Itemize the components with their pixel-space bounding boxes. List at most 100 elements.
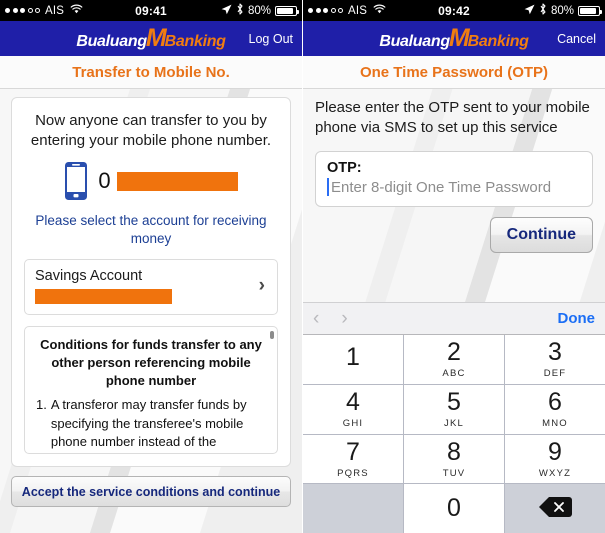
status-bar: AIS 09:42 80% <box>303 0 605 21</box>
keypad-key-9[interactable]: 9 WXYZ <box>505 434 605 484</box>
bualuang-mbanking-logo: Bualuang M Banking <box>76 24 226 53</box>
keypad-letters: JKL <box>444 417 464 429</box>
signal-strength-icon <box>5 8 40 13</box>
logo-text-m: M <box>448 24 470 52</box>
logo-text-m: M <box>145 24 167 52</box>
conditions-item: 1. A transferor may transfer funds by sp… <box>36 396 266 452</box>
screen-body-right: Please enter the OTP sent to your mobile… <box>303 89 605 533</box>
logo-text-bualuang: Bualuang <box>379 33 450 50</box>
keypad-key-8[interactable]: 8 TUV <box>404 434 504 484</box>
keyboard-done-button[interactable]: Done <box>558 310 596 327</box>
signal-strength-icon <box>308 8 343 13</box>
continue-button[interactable]: Continue <box>489 217 593 253</box>
phone-prefix-digit: 0 <box>98 168 111 194</box>
keypad-letters: PQRS <box>337 467 369 479</box>
page-title: Transfer to Mobile No. <box>0 56 302 89</box>
keypad-digit: 5 <box>447 387 461 416</box>
status-bar-right: 80% <box>524 3 602 18</box>
mobile-phone-icon <box>64 161 88 201</box>
text-cursor <box>327 178 329 196</box>
otp-input-container[interactable]: OTP: Enter 8-digit One Time Password <box>315 151 593 207</box>
screen-body-left: Now anyone can transfer to you by enteri… <box>0 89 302 533</box>
bluetooth-icon <box>236 3 244 18</box>
keypad-digit: 6 <box>548 387 562 416</box>
keypad-letters: WXYZ <box>538 467 572 479</box>
account-name-label: Savings Account <box>35 267 143 284</box>
carrier-label: AIS <box>348 4 368 17</box>
otp-input-line[interactable]: Enter 8-digit One Time Password <box>327 178 581 196</box>
redacted-phone-number <box>116 171 238 191</box>
phone-number-row: 0 <box>24 161 278 201</box>
conditions-scroll-box[interactable]: Conditions for funds transfer to any oth… <box>24 325 278 454</box>
brand-header: Bualuang M Banking Cancel <box>303 21 605 56</box>
wifi-icon <box>373 4 386 17</box>
keypad-digit: 0 <box>447 494 461 523</box>
transfer-info-card: Now anyone can transfer to you by enteri… <box>11 97 291 467</box>
location-arrow-icon <box>221 4 232 18</box>
keypad-key-6[interactable]: 6 MNO <box>505 384 605 434</box>
keypad-key-1[interactable]: 1 <box>303 335 403 384</box>
logout-button[interactable]: Log Out <box>249 32 293 46</box>
screen-transfer-to-mobile: AIS 09:41 80% Bualuang M Banking Log Out… <box>0 0 302 533</box>
page-title: One Time Password (OTP) <box>303 56 605 89</box>
conditions-title: Conditions for funds transfer to any oth… <box>40 336 262 388</box>
keypad-letters: GHI <box>342 417 364 429</box>
keypad-letters: DEF <box>543 368 567 380</box>
keypad-key-5[interactable]: 5 JKL <box>404 384 504 434</box>
keypad-digit: 7 <box>346 437 360 466</box>
logo-text-bualuang: Bualuang <box>76 33 147 50</box>
bluetooth-icon <box>539 3 547 18</box>
keypad-key-4[interactable]: 4 GHI <box>303 384 403 434</box>
battery-icon <box>578 5 602 16</box>
numeric-keypad[interactable]: 1 2 ABC 3 DEF 4 GHI 5 JKL 6 MNO 7 PQRS 8 TUV 9W… <box>303 335 605 533</box>
keypad-key-0[interactable]: 0 <box>404 484 504 533</box>
keypad-key-2[interactable]: 2 ABC <box>404 335 504 384</box>
keypad-letters: ABC <box>442 368 466 380</box>
redacted-account-number <box>35 288 172 304</box>
keypad-key-7[interactable]: 7 PQRS <box>303 434 403 484</box>
keypad-key-blank <box>303 484 403 533</box>
battery-percent-label: 80% <box>247 4 271 17</box>
carrier-label: AIS <box>45 4 65 17</box>
conditions-item-number: 1. <box>36 397 47 413</box>
brand-header: Bualuang M Banking Log Out <box>0 21 302 56</box>
bualuang-mbanking-logo: Bualuang M Banking <box>379 24 529 53</box>
battery-icon <box>275 5 299 16</box>
account-selector-row[interactable]: Savings Account › <box>24 258 278 315</box>
status-bar-left: AIS <box>308 4 386 17</box>
keypad-digit: 4 <box>346 387 360 416</box>
keypad-digit: 3 <box>548 338 562 367</box>
cancel-button[interactable]: Cancel <box>557 32 596 46</box>
screen-one-time-password: AIS 09:42 80% Bualuang M Banking Cancel … <box>302 0 605 533</box>
otp-input-placeholder[interactable]: Enter 8-digit One Time Password <box>331 179 551 196</box>
keypad-key-3[interactable]: 3 DEF <box>505 335 605 384</box>
status-bar-right: 80% <box>221 3 299 18</box>
scrollbar-thumb[interactable] <box>270 330 274 339</box>
accept-conditions-button[interactable]: Accept the service conditions and contin… <box>11 476 291 507</box>
chevron-right-icon[interactable]: › <box>259 275 265 297</box>
keypad-digit: 8 <box>447 437 461 466</box>
keypad-digit: 1 <box>346 342 360 371</box>
location-arrow-icon <box>524 4 535 18</box>
otp-field-label: OTP: <box>327 160 362 176</box>
logo-text-banking: Banking <box>467 33 529 50</box>
keypad-digit: 9 <box>548 437 562 466</box>
keypad-digit: 2 <box>447 338 461 367</box>
otp-instruction-text: Please enter the OTP sent to your mobile… <box>315 99 590 136</box>
status-bar-left: AIS <box>5 4 83 17</box>
dual-screenshot-container: AIS 09:41 80% Bualuang M Banking Log Out… <box>0 0 605 533</box>
wifi-icon <box>70 4 83 17</box>
status-bar: AIS 09:41 80% <box>0 0 302 21</box>
keypad-letters: TUV <box>442 467 466 479</box>
logo-text-banking: Banking <box>164 33 226 50</box>
keyboard-accessory-bar: ‹ › Done <box>303 302 605 335</box>
conditions-item-text: A transferor may transfer funds by speci… <box>50 397 247 452</box>
battery-percent-label: 80% <box>550 4 574 17</box>
chevron-left-icon[interactable]: ‹ <box>313 308 319 330</box>
account-info: Savings Account <box>35 268 259 304</box>
chevron-right-icon[interactable]: › <box>341 308 347 330</box>
keypad-key-backspace[interactable] <box>505 484 605 533</box>
select-account-message: Please select the account for receiving … <box>35 213 267 247</box>
intro-text: Now anyone can transfer to you by enteri… <box>30 112 272 150</box>
keypad-letters: MNO <box>542 417 568 429</box>
